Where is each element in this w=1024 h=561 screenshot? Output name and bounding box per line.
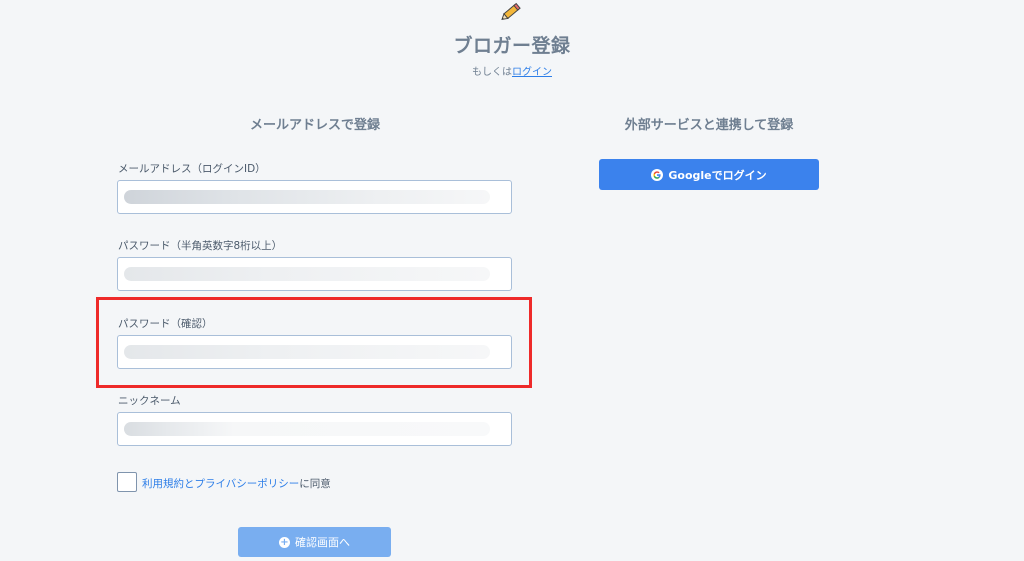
login-prompt: もしくはログイン (0, 63, 1024, 78)
password-input[interactable] (117, 257, 512, 291)
external-section-heading: 外部サービスと連携して登録 (624, 118, 794, 133)
agree-label: 利用規約とプライバシーポリシーに同意 (142, 476, 331, 491)
agree-checkbox[interactable] (117, 472, 137, 492)
highlight-annotation (96, 297, 532, 388)
pencil-icon (498, 0, 526, 22)
agree-suffix: に同意 (299, 478, 331, 490)
email-section-heading: メールアドレスで登録 (249, 118, 380, 133)
confirm-button-label: 確認画面へ (295, 536, 350, 549)
email-input[interactable] (117, 180, 512, 214)
google-icon (651, 168, 664, 181)
login-link[interactable]: ログイン (512, 67, 552, 78)
google-login-button[interactable]: Googleでログイン (599, 159, 819, 190)
google-login-label: Googleでログイン (668, 168, 767, 182)
confirm-button[interactable]: + 確認画面へ (238, 527, 391, 557)
login-prompt-prefix: もしくは (472, 67, 512, 78)
page-title: ブロガー登録 (453, 35, 571, 57)
terms-privacy-link[interactable]: 利用規約とプライバシーポリシー (142, 478, 299, 490)
email-label: メールアドレス（ログインID） (118, 163, 266, 175)
nickname-input[interactable] (117, 412, 512, 446)
nickname-label: ニックネーム (118, 395, 181, 407)
plus-circle-icon: + (279, 536, 290, 548)
password-label: パスワード（半角英数字8桁以上） (118, 240, 283, 252)
